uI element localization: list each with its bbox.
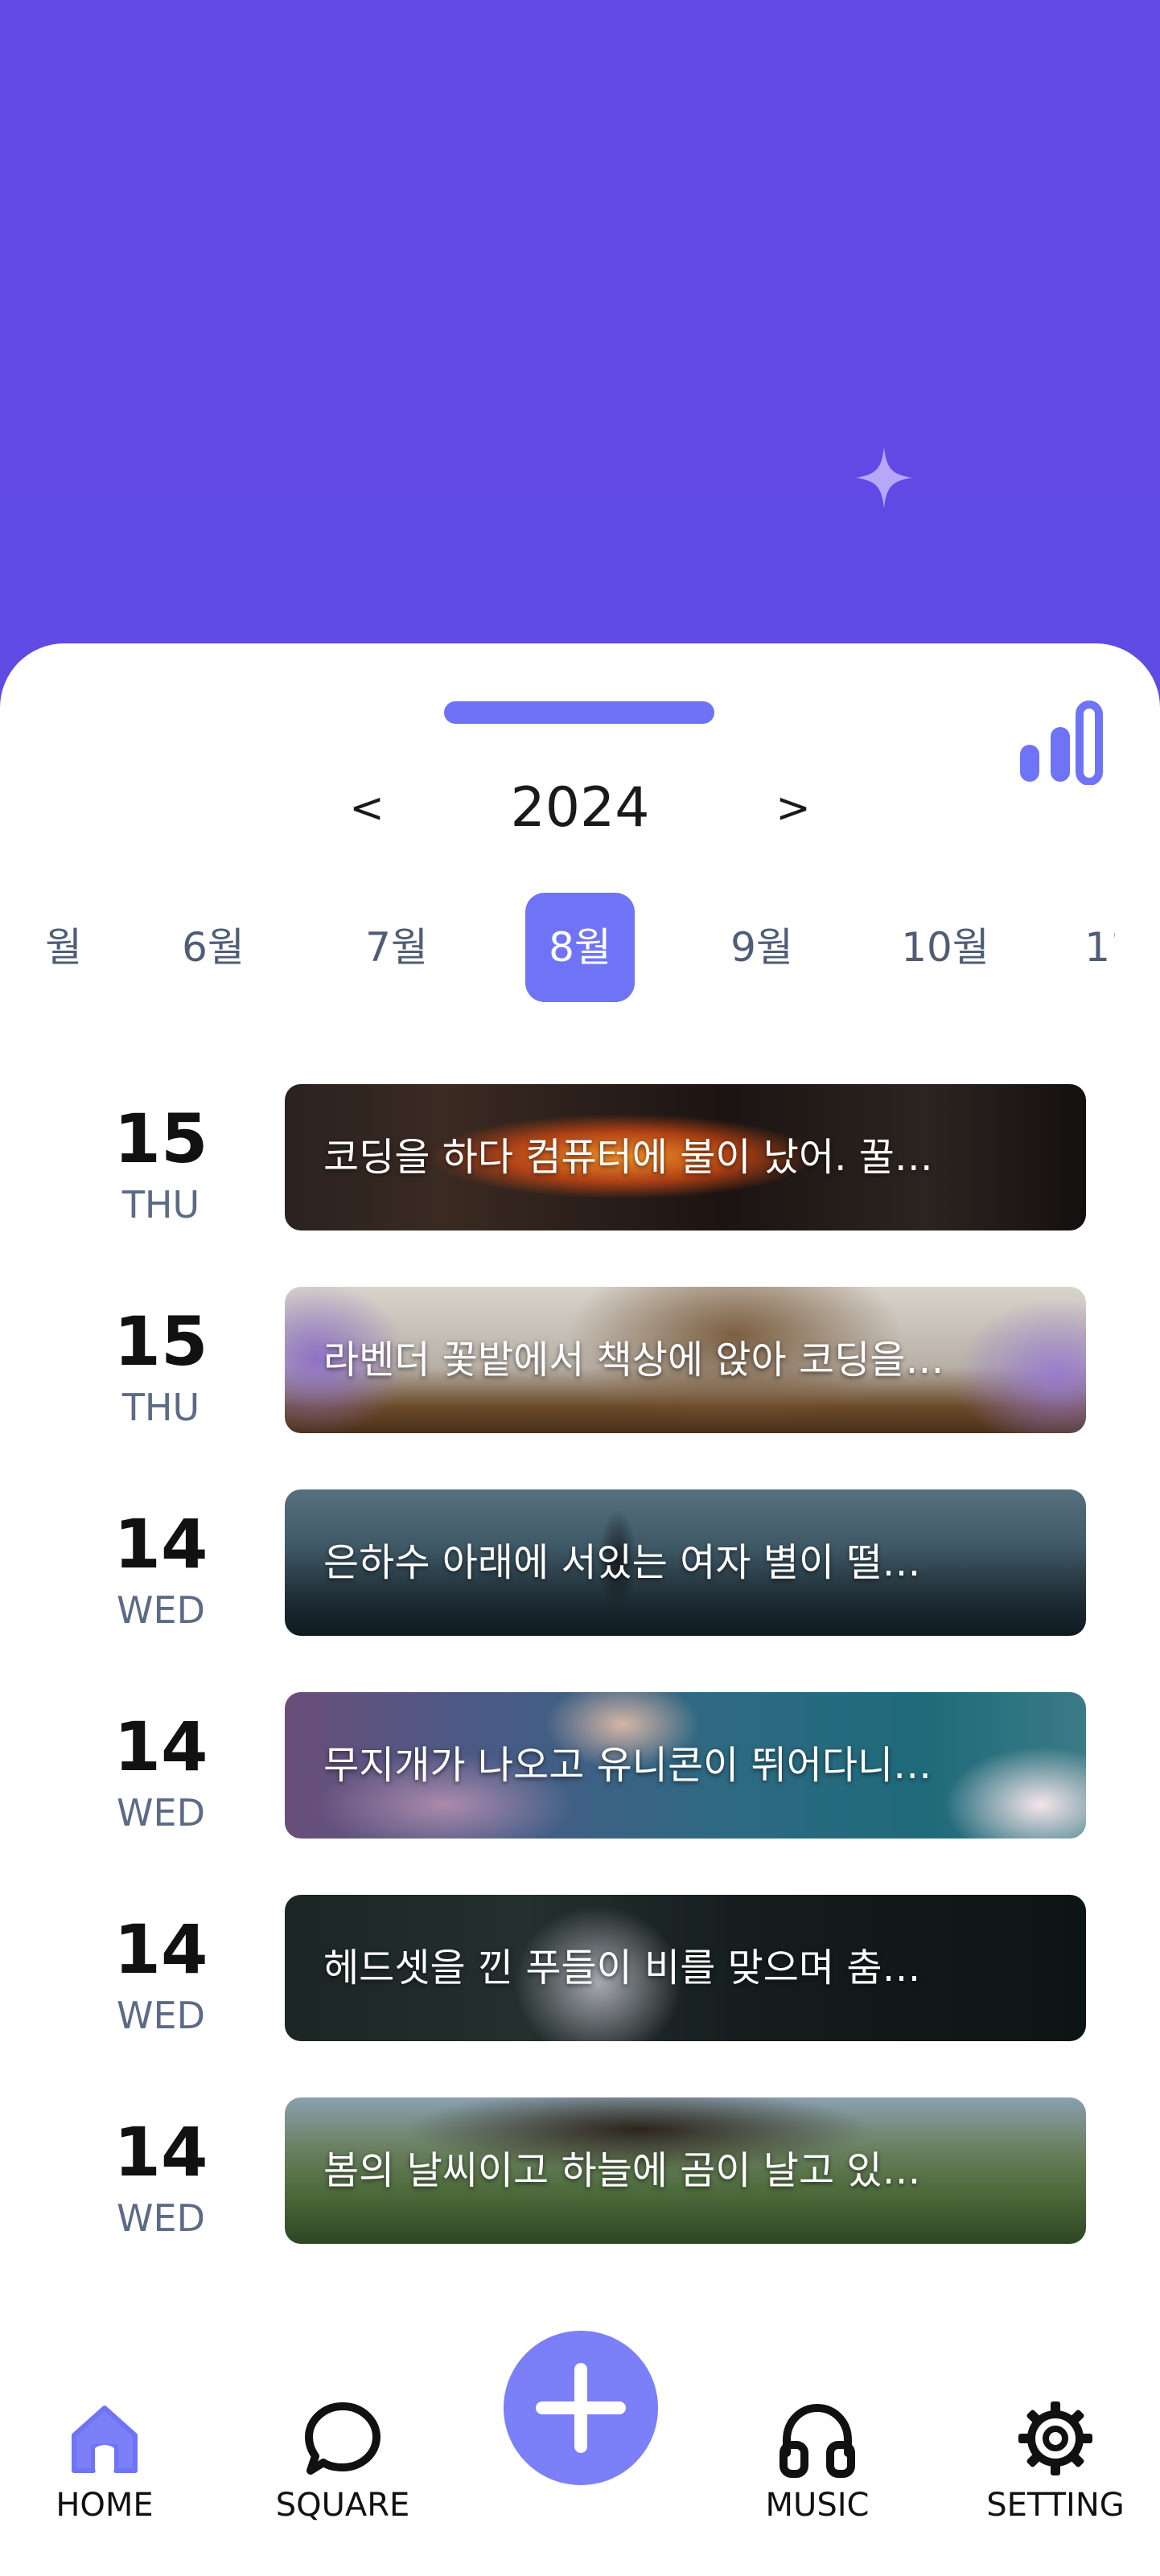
sparkle-icon <box>856 447 912 508</box>
list-item: 15 THU 코딩을 하다 컴퓨터에 불이 났어. 꿀… <box>0 1070 1160 1230</box>
entry-title: 코딩을 하다 컴퓨터에 불이 났어. 꿀… <box>323 1135 933 1180</box>
nav-home-label: HOME <box>56 2487 154 2524</box>
add-entry-button[interactable] <box>504 2331 658 2485</box>
list-item: 15 THU 라벤더 꽃밭에서 책상에 앉아 코딩을… <box>0 1272 1160 1433</box>
entry-day: 14 <box>113 1910 208 1989</box>
plus-icon <box>536 2363 626 2453</box>
entry-day: 14 <box>113 1505 208 1584</box>
entry-weekday: THU <box>121 1183 200 1226</box>
list-item: 14 WED 헤드셋을 낀 푸들이 비를 맞으며 춤… <box>0 1880 1160 2041</box>
entry-card[interactable]: 라벤더 꽃밭에서 책상에 앉아 코딩을… <box>285 1287 1086 1433</box>
hero-banner <box>0 0 1160 724</box>
next-year-button[interactable]: > <box>753 764 833 853</box>
year-selector: < 2024 > <box>0 764 1160 853</box>
nav-setting-label: SETTING <box>986 2487 1125 2524</box>
month-tab-6[interactable]: 6월 <box>145 893 282 1002</box>
bottom-sheet: < 2024 > 월 6월 7월 8월 9월 10월 11월 15 THU 코딩… <box>0 643 1160 2576</box>
entry-title: 은하수 아래에 서있는 여자 별이 떨… <box>323 1540 921 1585</box>
nav-music-label: MUSIC <box>765 2487 870 2524</box>
entry-weekday: WED <box>117 2196 205 2240</box>
entry-card[interactable]: 코딩을 하다 컴퓨터에 불이 났어. 꿀… <box>285 1084 1086 1230</box>
entry-title: 헤드셋을 낀 푸들이 비를 맞으며 춤… <box>323 1945 921 1991</box>
month-tab-11[interactable]: 11월 <box>1060 893 1115 1002</box>
entry-weekday: WED <box>117 1791 205 1834</box>
entry-card[interactable]: 헤드셋을 낀 푸들이 비를 맞으며 춤… <box>285 1895 1086 2041</box>
list-item: 14 WED 무지개가 나오고 유니콘이 뛰어다니… <box>0 1678 1160 1839</box>
nav-square-label: SQUARE <box>275 2487 410 2524</box>
month-tab-5[interactable]: 월 <box>45 893 132 1002</box>
nav-square[interactable]: SQUARE <box>254 2397 431 2558</box>
month-tab-8-selected[interactable]: 8월 <box>525 893 635 1002</box>
nav-home[interactable]: HOME <box>16 2397 193 2558</box>
entry-day: 14 <box>113 2113 208 2192</box>
home-icon <box>72 2405 138 2473</box>
entry-day: 15 <box>113 1302 208 1381</box>
month-tab-9[interactable]: 9월 <box>693 893 830 1002</box>
entry-title: 무지개가 나오고 유니콘이 뛰어다니… <box>323 1743 932 1788</box>
month-tab-7[interactable]: 7월 <box>328 893 465 1002</box>
month-tab-10[interactable]: 10월 <box>877 893 1014 1002</box>
nav-setting[interactable]: SETTING <box>967 2397 1144 2558</box>
headphones-icon <box>780 2403 855 2478</box>
nav-music[interactable]: MUSIC <box>729 2397 906 2558</box>
entry-card[interactable]: 은하수 아래에 서있는 여자 별이 떨… <box>285 1489 1086 1636</box>
sheet-drag-handle[interactable] <box>444 701 714 724</box>
entry-title: 봄의 날씨이고 하늘에 곰이 날고 있… <box>323 2148 921 2193</box>
list-item: 14 WED 은하수 아래에 서있는 여자 별이 떨… <box>0 1475 1160 1636</box>
entry-weekday: THU <box>121 1386 200 1429</box>
chat-bubble-icon <box>305 2402 380 2475</box>
entry-weekday: WED <box>117 1994 205 2037</box>
previous-year-button[interactable]: < <box>327 764 407 853</box>
entry-day: 14 <box>113 1707 208 1786</box>
entry-card[interactable]: 봄의 날씨이고 하늘에 곰이 날고 있… <box>285 2097 1086 2244</box>
entry-title: 라벤더 꽃밭에서 책상에 앉아 코딩을… <box>323 1337 944 1382</box>
list-item: 14 WED 봄의 날씨이고 하늘에 곰이 날고 있… <box>0 2083 1160 2244</box>
year-label: 2024 <box>510 776 650 840</box>
bottom-navigation: HOME SQUARE MUSIC SETTING <box>0 2316 1160 2576</box>
entry-weekday: WED <box>117 1588 205 1632</box>
entry-card[interactable]: 무지개가 나오고 유니콘이 뛰어다니… <box>285 1692 1086 1839</box>
gear-icon <box>1018 2401 1092 2475</box>
entry-day: 15 <box>113 1099 208 1178</box>
month-tabs: 월 6월 7월 8월 9월 10월 11월 <box>45 891 1115 1004</box>
